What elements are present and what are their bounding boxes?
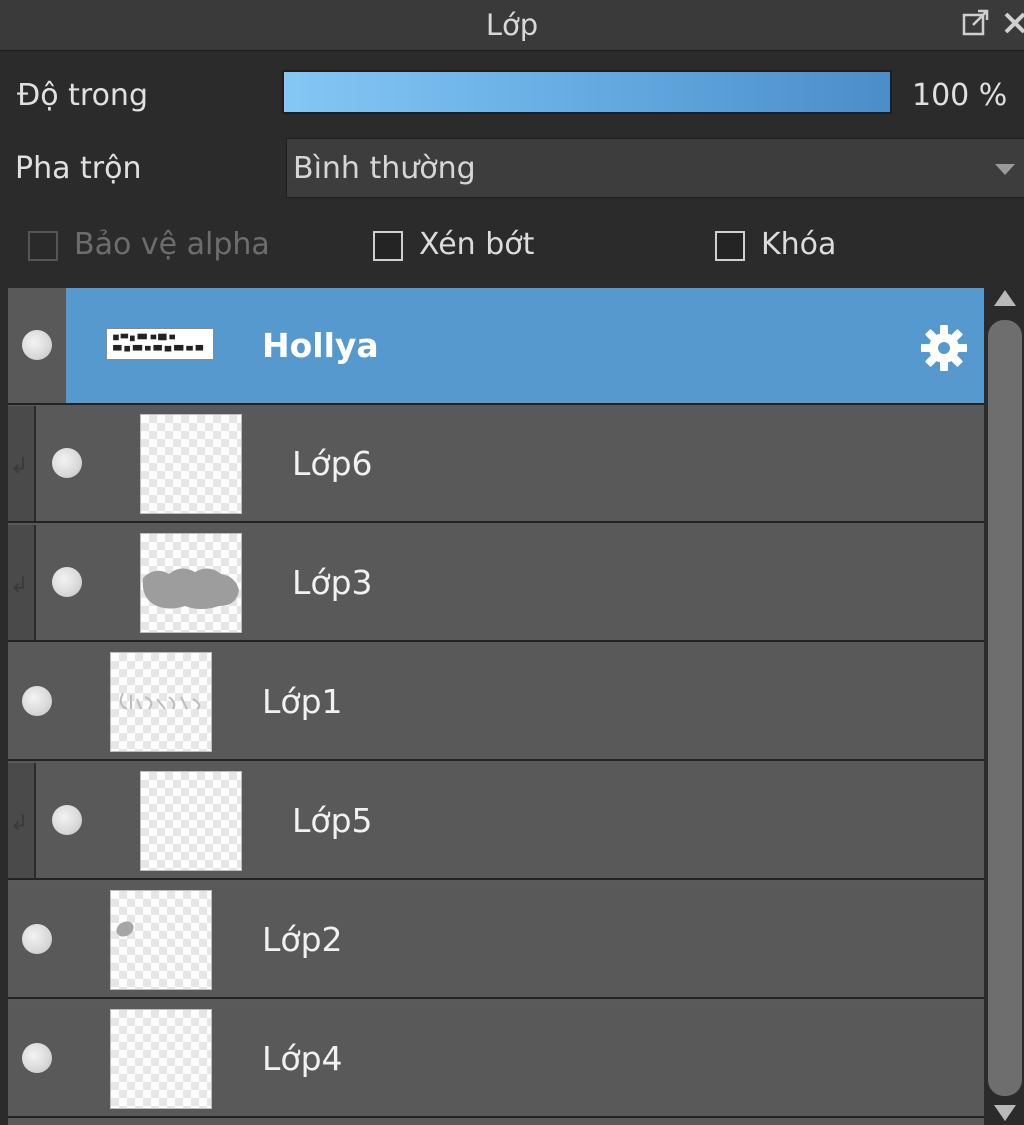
layer-row-lop1[interactable]: Lớp1 bbox=[8, 644, 984, 761]
clipping-label: Xén bớt bbox=[419, 227, 535, 262]
visibility-toggle-icon[interactable] bbox=[22, 686, 52, 716]
clipping-indicator: ↲ bbox=[8, 406, 36, 521]
opacity-slider-fill bbox=[284, 72, 890, 112]
layer-thumbnail bbox=[140, 414, 242, 514]
chevron-down-icon bbox=[995, 164, 1015, 175]
layer-name: Hollya bbox=[262, 326, 379, 365]
layer-name: Lớp6 bbox=[292, 444, 373, 483]
layer-thumbnail bbox=[110, 652, 212, 752]
layer-thumbnail bbox=[110, 890, 212, 990]
layer-thumbnail bbox=[140, 533, 242, 633]
blend-mode-value: Bình thường bbox=[293, 151, 476, 186]
blend-mode-label: Pha trộn bbox=[15, 151, 142, 186]
opacity-slider[interactable] bbox=[282, 70, 892, 114]
visibility-toggle-icon[interactable] bbox=[52, 448, 82, 478]
layer-name: Lớp1 bbox=[262, 682, 343, 721]
lock-checkbox[interactable] bbox=[715, 231, 745, 261]
clip-arrow-icon: ↲ bbox=[10, 454, 29, 479]
panel-title: Lớp bbox=[485, 8, 539, 42]
layer-row-lop4[interactable]: Lớp4 bbox=[8, 1001, 984, 1118]
clip-arrow-icon: ↲ bbox=[10, 573, 29, 598]
layer-name: Lớp2 bbox=[262, 920, 343, 959]
clipping-indicator: ↲ bbox=[8, 525, 36, 640]
opacity-value: 100 % bbox=[912, 78, 1008, 113]
popout-icon[interactable] bbox=[958, 6, 992, 40]
visibility-toggle-icon[interactable] bbox=[22, 1043, 52, 1073]
layer-list-scrollbar[interactable] bbox=[986, 288, 1024, 1125]
lock-label: Khóa bbox=[761, 227, 837, 262]
panel-title-bar: Lớp bbox=[0, 0, 1024, 51]
scrollbar-thumb[interactable] bbox=[988, 320, 1022, 1096]
layer-name: Lớp5 bbox=[292, 801, 373, 840]
layer-row-lop3[interactable]: ↲ Lớp3 bbox=[8, 525, 984, 642]
close-icon[interactable] bbox=[998, 6, 1024, 40]
scroll-up-icon[interactable] bbox=[994, 290, 1016, 306]
visibility-toggle-icon[interactable] bbox=[22, 924, 52, 954]
visibility-toggle-icon[interactable] bbox=[52, 567, 82, 597]
gear-icon[interactable] bbox=[918, 322, 970, 374]
layer-list: Hollya ↲ Lớp6 ↲ Lớp3 Lớp1 ↲ Lớp5 Lớp2 Lớ… bbox=[8, 288, 984, 1125]
visibility-toggle-icon[interactable] bbox=[52, 805, 82, 835]
opacity-label: Độ trong bbox=[17, 78, 148, 113]
clipping-indicator: ↲ bbox=[8, 763, 36, 878]
visibility-column bbox=[8, 288, 66, 403]
layer-row-hollya[interactable]: Hollya bbox=[8, 288, 984, 405]
layer-name: Lớp3 bbox=[292, 563, 373, 602]
layer-thumbnail bbox=[106, 328, 214, 360]
alpha-protect-label: Bảo vệ alpha bbox=[74, 227, 270, 262]
layer-thumbnail bbox=[140, 771, 242, 871]
scroll-down-icon[interactable] bbox=[994, 1105, 1016, 1121]
alpha-protect-checkbox[interactable] bbox=[28, 231, 58, 261]
clipping-checkbox[interactable] bbox=[373, 231, 403, 261]
layer-name: Lớp4 bbox=[262, 1039, 343, 1078]
layer-row-lop6[interactable]: ↲ Lớp6 bbox=[8, 406, 984, 523]
layer-thumbnail bbox=[110, 1009, 212, 1109]
clip-arrow-icon: ↲ bbox=[10, 811, 29, 836]
visibility-toggle-icon[interactable] bbox=[22, 330, 52, 360]
blend-mode-dropdown[interactable]: Bình thường bbox=[286, 138, 1024, 198]
layer-row-lop5[interactable]: ↲ Lớp5 bbox=[8, 763, 984, 880]
layer-row-lop2[interactable]: Lớp2 bbox=[8, 882, 984, 999]
